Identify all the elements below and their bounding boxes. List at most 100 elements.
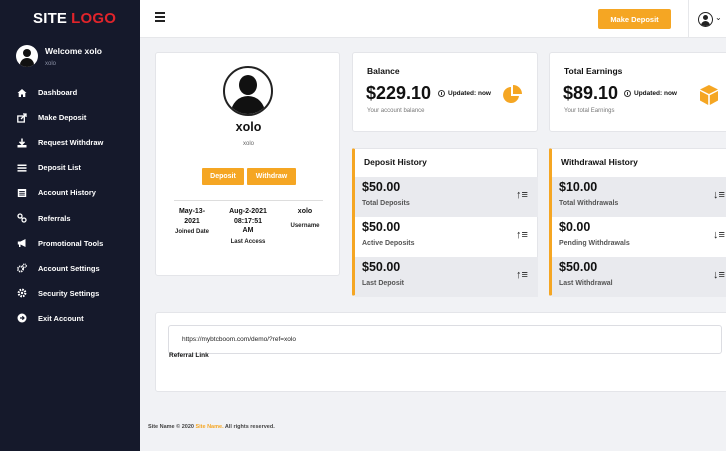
- sidebar-nav: Dashboard Make Deposit Request Withdraw …: [0, 80, 140, 331]
- sidebar-item-label: Make Deposit: [38, 113, 87, 123]
- last-access-value-line1: Aug-2-2021: [229, 208, 267, 215]
- last-deposit-label: Last Deposit: [362, 280, 405, 287]
- withdrawal-history-card: Withdrawal History $10.00 Total Withdraw…: [549, 148, 726, 297]
- sort-up-icon: ↑≡: [516, 269, 528, 281]
- referral-link-label: Referral Link: [169, 352, 209, 359]
- sidebar-item-account-settings[interactable]: Account Settings: [0, 256, 140, 281]
- earnings-updated-text: Updated: now: [634, 90, 677, 97]
- balance-title: Balance: [367, 66, 400, 76]
- history-icon: [17, 188, 27, 198]
- cogs-icon: [17, 263, 27, 273]
- sidebar-item-label: Referrals: [38, 213, 71, 223]
- footer-site-name-link[interactable]: Site Name.: [195, 424, 223, 430]
- sidebar-item-account-history[interactable]: Account History: [0, 180, 140, 205]
- withdrawal-history-row: $0.00 Pending Withdrawals ↓≡: [552, 217, 726, 257]
- last-access-block: Aug-2-2021 08:17:51 AM Last Access: [222, 207, 274, 245]
- balance-updated: Updated: now: [438, 90, 491, 97]
- sidebar-item-label: Account History: [38, 188, 96, 198]
- joined-date-value-line2: 2021: [184, 217, 200, 225]
- pending-withdrawals-label: Pending Withdrawals: [559, 240, 630, 247]
- site-logo[interactable]: SITE LOGO: [0, 0, 140, 36]
- earnings-updated: Updated: now: [624, 90, 677, 97]
- sidebar-item-label: Security Settings: [38, 288, 100, 298]
- footer: Site Name © 2020 Site Name. All rights r…: [148, 424, 275, 430]
- welcome-text: Welcome xolo: [45, 46, 102, 56]
- withdrawal-history-title: Withdrawal History: [561, 157, 638, 167]
- logo-text-logo: LOGO: [71, 9, 117, 27]
- sidebar-item-label: Promotional Tools: [38, 238, 104, 248]
- deposit-history-row: $50.00 Last Deposit ↑≡: [355, 257, 538, 297]
- exit-icon: [17, 313, 27, 323]
- last-access-value-line3: AM: [242, 227, 254, 234]
- sidebar: SITE LOGO Welcome xolo xolo Dashboard Ma…: [0, 0, 140, 451]
- download-icon: [17, 138, 27, 148]
- make-deposit-button[interactable]: Make Deposit: [598, 9, 671, 29]
- user-menu-avatar-icon[interactable]: [698, 12, 713, 27]
- footer-text-pre: Site Name © 2020: [148, 424, 196, 430]
- logo-text-site: SITE: [33, 9, 68, 27]
- deposit-history-row: $50.00 Active Deposits ↑≡: [355, 217, 538, 257]
- earnings-description: Your total Earnings: [564, 108, 615, 114]
- username-block: xolo Username: [284, 207, 326, 229]
- joined-date-block: May-13- 2021 Joined Date: [168, 207, 216, 235]
- sort-down-icon: ↓≡: [713, 189, 725, 201]
- user-avatar-icon: [16, 45, 38, 67]
- active-deposits-value: $50.00: [362, 220, 401, 234]
- sidebar-user: Welcome xolo xolo: [16, 45, 102, 67]
- deposit-history-title: Deposit History: [364, 157, 427, 167]
- clock-icon: [438, 90, 445, 97]
- last-withdrawal-label: Last Withdrawal: [559, 280, 613, 287]
- balance-amount: $229.10: [366, 83, 432, 103]
- last-access-label: Last Access: [230, 238, 266, 245]
- deposit-history-row: $50.00 Total Deposits ↑≡: [355, 177, 538, 217]
- withdrawal-history-row: $50.00 Last Withdrawal ↓≡: [552, 257, 726, 297]
- sort-down-icon: ↓≡: [713, 229, 725, 241]
- sidebar-item-request-withdraw[interactable]: Request Withdraw: [0, 130, 140, 155]
- joined-date-value-line1: May-13-: [178, 208, 206, 215]
- users-icon: [17, 213, 27, 223]
- withdrawal-history-row: $10.00 Total Withdrawals ↓≡: [552, 177, 726, 217]
- sidebar-item-exit-account[interactable]: Exit Account: [0, 306, 140, 331]
- balance-card: Balance $229.10 Updated: now Your accoun…: [352, 52, 538, 132]
- sidebar-item-deposit-list[interactable]: Deposit List: [0, 155, 140, 180]
- active-deposits-label: Active Deposits: [362, 240, 415, 247]
- sort-up-icon: ↑≡: [516, 229, 528, 241]
- sidebar-item-referrals[interactable]: Referrals: [0, 205, 140, 230]
- sidebar-item-label: Exit Account: [38, 313, 84, 323]
- profile-subtitle: xolo: [242, 141, 254, 147]
- referral-card: Referral Link: [155, 312, 726, 392]
- referral-link-input[interactable]: [168, 325, 722, 354]
- top-bar: Make Deposit ⌄: [140, 0, 726, 38]
- pie-chart-icon: [501, 84, 523, 106]
- sidebar-item-label: Deposit List: [38, 163, 81, 173]
- balance-description: Your account balance: [367, 108, 425, 114]
- box-icon: [698, 84, 720, 106]
- profile-deposit-button[interactable]: Deposit: [202, 168, 244, 185]
- profile-withdraw-button[interactable]: Withdraw: [247, 168, 296, 185]
- last-access-value-line2: 08:17:51: [233, 217, 263, 225]
- sidebar-item-label: Dashboard: [38, 88, 78, 98]
- topbar-divider: [688, 0, 689, 38]
- sidebar-item-dashboard[interactable]: Dashboard: [0, 80, 140, 105]
- home-icon: [17, 88, 27, 98]
- sidebar-item-make-deposit[interactable]: Make Deposit: [0, 105, 140, 130]
- joined-date-label: Joined Date: [174, 229, 209, 235]
- sidebar-item-promotional-tools[interactable]: Promotional Tools: [0, 231, 140, 256]
- megaphone-icon: [17, 238, 27, 248]
- clock-icon: [624, 90, 631, 97]
- gear-icon: [17, 288, 27, 298]
- last-deposit-value: $50.00: [362, 260, 401, 274]
- total-withdrawals-value: $10.00: [559, 180, 598, 194]
- earnings-title: Total Earnings: [564, 66, 623, 76]
- menu-toggle-icon[interactable]: [155, 12, 165, 22]
- earnings-amount: $89.10: [563, 83, 619, 103]
- sidebar-item-label: Account Settings: [38, 263, 100, 273]
- total-deposits-label: Total Deposits: [362, 200, 410, 207]
- sidebar-item-security-settings[interactable]: Security Settings: [0, 281, 140, 306]
- share-icon: [17, 112, 27, 123]
- chevron-down-icon[interactable]: ⌄: [715, 13, 722, 22]
- sort-down-icon: ↓≡: [713, 269, 725, 281]
- balance-updated-text: Updated: now: [448, 90, 491, 97]
- total-deposits-value: $50.00: [362, 180, 401, 194]
- sidebar-item-label: Request Withdraw: [38, 138, 104, 148]
